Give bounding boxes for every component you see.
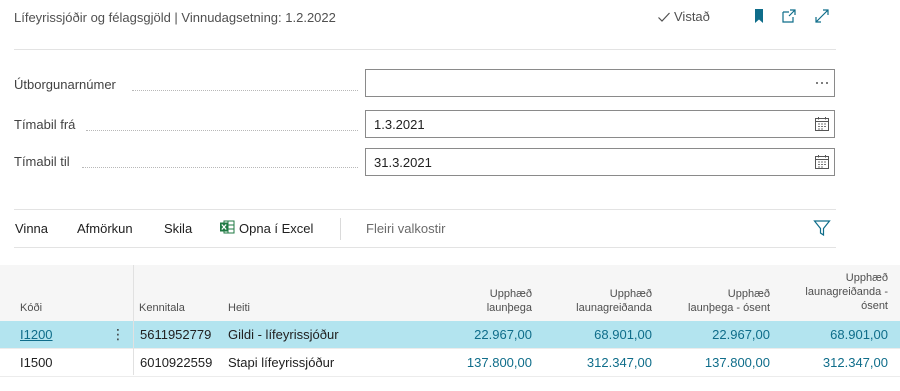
row-upphaed-launthega[interactable]: 22.967,00 [474, 327, 532, 342]
field-leader [82, 166, 358, 168]
afmorkun-button[interactable]: Afmörkun [77, 221, 133, 236]
ellipsis-icon[interactable] [812, 73, 832, 93]
saved-status: Vistað [657, 9, 710, 24]
excel-icon[interactable] [219, 219, 235, 235]
table-row[interactable]: I1200 ⋮ 5611952779 Gildi - lífeyrissjóðu… [0, 321, 900, 348]
timabil-til-input[interactable]: 31.3.2021 [365, 148, 835, 176]
fleiri-valkostir-button[interactable]: Fleiri valkostir [366, 221, 445, 236]
row-heiti: Gildi - lífeyrissjóður [228, 327, 339, 342]
row-upphaed-launthega[interactable]: 137.800,00 [467, 355, 532, 370]
field-label-utborgunarnumer: Útborgunarnúmer [14, 77, 116, 92]
row-kennitala: 5611952779 [140, 327, 212, 342]
row-kennitala: 6010922559 [140, 355, 213, 370]
skila-button[interactable]: Skila [164, 221, 192, 236]
col-header-heiti[interactable]: Heiti [228, 301, 250, 315]
row-upphaed-launagreidanda-osent[interactable]: 68.901,00 [830, 327, 888, 342]
row-menu-icon[interactable]: ⋮ [111, 326, 125, 342]
timabil-fra-input[interactable]: 1.3.2021 [365, 110, 835, 138]
row-kodi[interactable]: I1200 [20, 327, 53, 342]
title-bar: Lífeyrissjóðir og félagsgjöld | Vinnudag… [0, 0, 900, 36]
header-divider [14, 49, 836, 50]
actions-divider-bottom [14, 247, 836, 248]
col-header-upphaed-launthega[interactable]: Upphæð launþega [487, 287, 532, 315]
calendar-icon[interactable] [812, 152, 832, 172]
row-kodi[interactable]: I1500 [20, 355, 53, 370]
table-row[interactable]: I1500 6010922559 Stapi lífeyrissjóður 13… [0, 349, 900, 376]
field-leader [86, 129, 358, 131]
saved-label: Vistað [674, 9, 710, 24]
check-icon [658, 12, 670, 22]
action-bar: Vinna Afmörkun Skila Opna í Excel Fleiri… [0, 209, 900, 247]
row-upphaed-launthega-osent[interactable]: 137.800,00 [705, 355, 770, 370]
row-upphaed-launagreidanda[interactable]: 68.901,00 [594, 327, 652, 342]
col-header-kodi[interactable]: Kóði [20, 301, 42, 315]
row-heiti: Stapi lífeyrissjóður [228, 355, 335, 370]
filter-icon[interactable] [813, 219, 831, 237]
expand-icon[interactable] [814, 8, 830, 24]
bookmark-icon[interactable] [751, 8, 767, 24]
page-title: Lífeyrissjóðir og félagsgjöld | Vinnudag… [14, 10, 336, 25]
row-upphaed-launagreidanda[interactable]: 312.347,00 [587, 355, 652, 370]
col-header-upphaed-launagreidanda[interactable]: Upphæð launagreiðanda [576, 287, 652, 315]
field-label-timabil-til: Tímabil til [14, 154, 70, 169]
action-separator [340, 218, 341, 240]
field-leader [132, 89, 358, 91]
col-header-upphaed-launthega-osent[interactable]: Upphæð launþega - ósent [688, 287, 770, 315]
row-upphaed-launagreidanda-osent[interactable]: 312.347,00 [823, 355, 888, 370]
row-divider [0, 376, 900, 377]
vinna-button[interactable]: Vinna [15, 221, 48, 236]
column-separator [133, 265, 134, 375]
opna-i-excel-button[interactable]: Opna í Excel [239, 221, 313, 236]
calendar-icon[interactable] [812, 114, 832, 134]
col-header-upphaed-launagreidanda-osent[interactable]: Upphæð launagreiðanda - ósent [805, 271, 888, 313]
row-upphaed-launthega-osent[interactable]: 22.967,00 [712, 327, 770, 342]
field-label-timabil-fra: Tímabil frá [14, 117, 76, 132]
utborgunarnumer-input[interactable] [365, 69, 835, 97]
open-new-window-icon[interactable] [781, 8, 797, 24]
col-header-kennitala[interactable]: Kennitala [139, 301, 185, 315]
